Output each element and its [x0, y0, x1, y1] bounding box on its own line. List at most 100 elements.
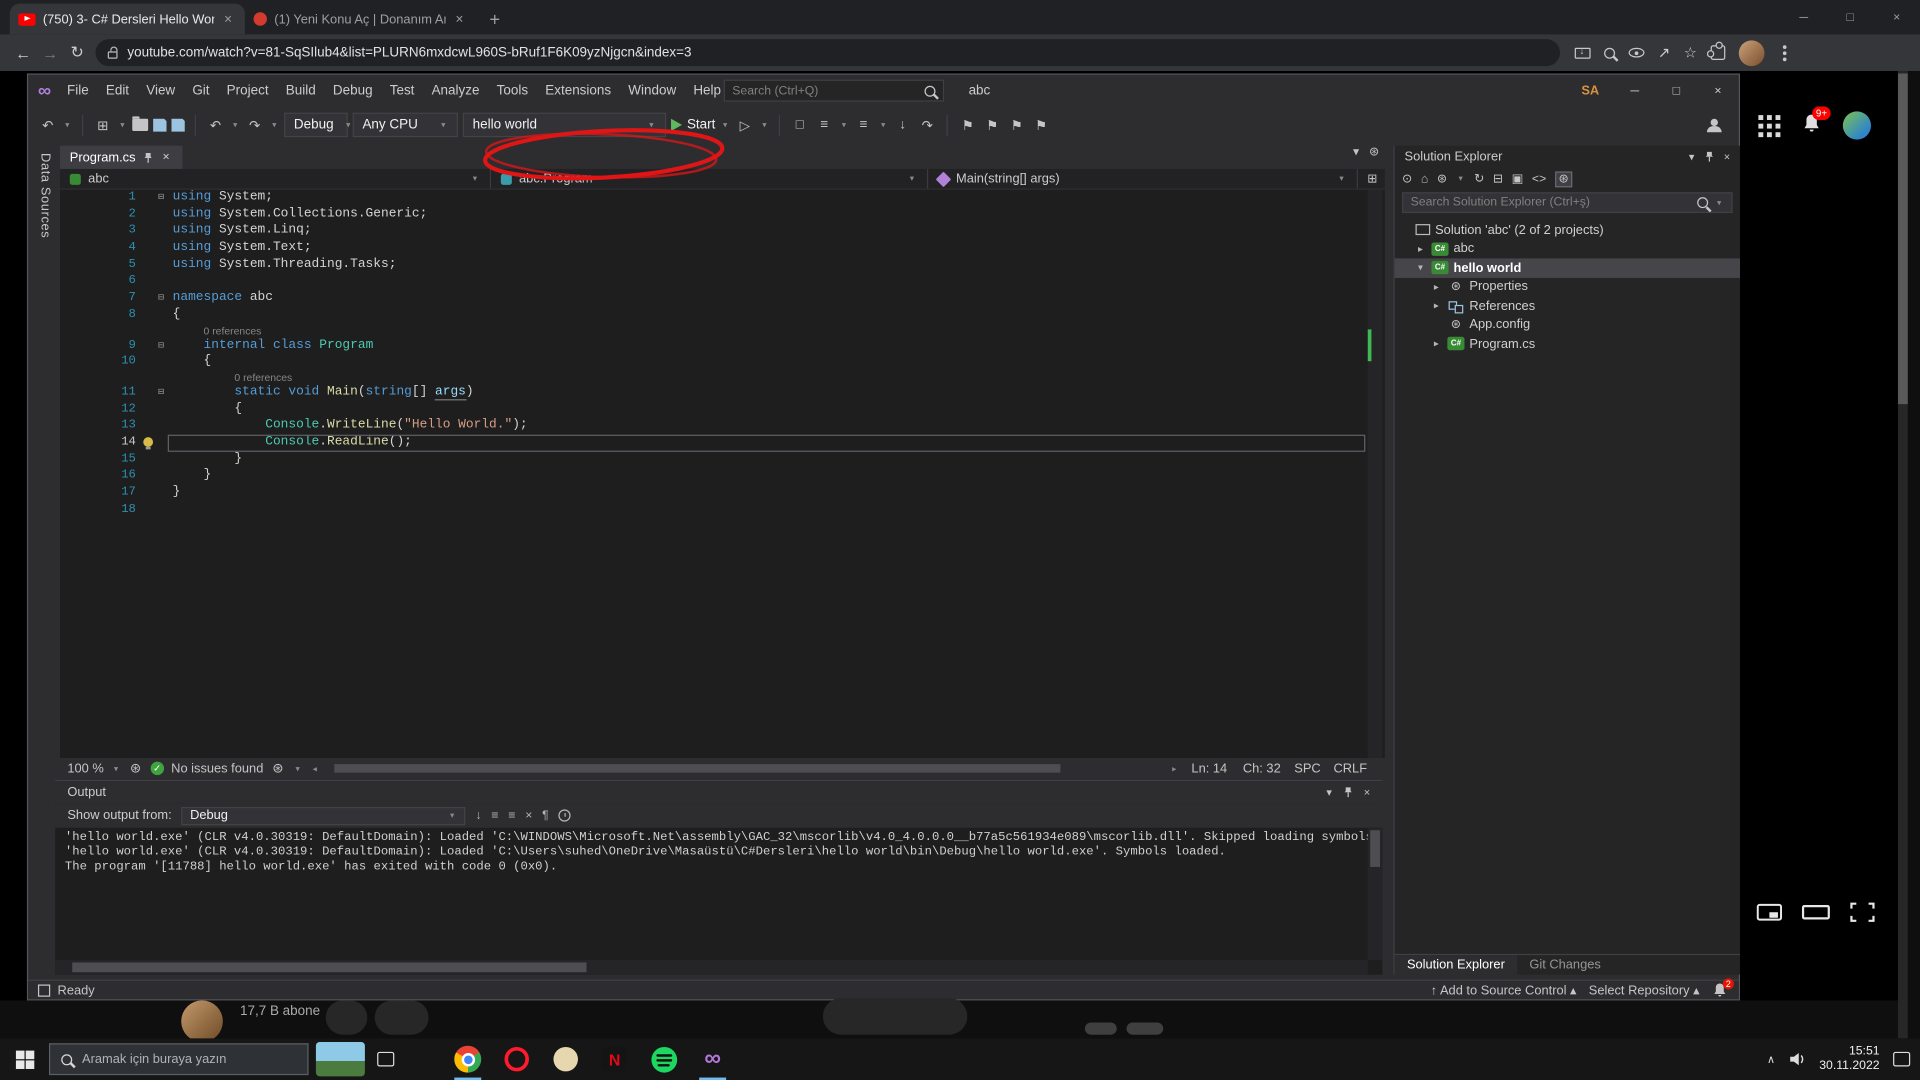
channel-button[interactable]	[375, 1000, 429, 1034]
list-icon[interactable]: ≡	[854, 118, 874, 133]
vs-menu-test[interactable]: Test	[381, 75, 423, 107]
nav-member-dropdown[interactable]: Main(string[] args)▾	[928, 169, 1358, 189]
zoom-icon[interactable]	[1604, 47, 1615, 58]
taskbar-clock[interactable]: 15:51 30.11.2022	[1819, 1044, 1879, 1073]
show-all-files-icon[interactable]: ⊛	[1555, 171, 1573, 187]
window-minimize-button[interactable]: ─	[1780, 0, 1827, 34]
code-line[interactable]: 10 {	[60, 354, 1385, 371]
code-editor[interactable]: 1⊟using System;2using System.Collections…	[60, 190, 1385, 758]
editor-scrollbar[interactable]	[1368, 190, 1383, 758]
bookmark-icon[interactable]: ⚑	[982, 117, 1002, 133]
share-icon[interactable]: ↗	[1658, 44, 1670, 61]
save-icon[interactable]	[153, 118, 166, 131]
find-message-icon[interactable]: ↓	[475, 809, 481, 822]
bookmark-star-icon[interactable]: ☆	[1684, 44, 1697, 61]
code-cleanup-icon[interactable]: ⊛	[271, 760, 286, 776]
action-center-icon[interactable]	[1893, 1052, 1910, 1067]
miniplayer-icon[interactable]	[1756, 902, 1783, 922]
bookmark-icon[interactable]: ⚑	[1031, 117, 1051, 133]
taskbar-chrome-icon[interactable]	[443, 1038, 492, 1080]
close-icon[interactable]: ×	[1724, 150, 1730, 163]
step-over-icon[interactable]: ↷	[917, 117, 937, 133]
code-line[interactable]: 11⊟ static void Main(string[] args)	[60, 384, 1385, 401]
collapse-all-icon[interactable]: ⊟	[1493, 172, 1503, 185]
new-item-icon[interactable]: ⊞	[93, 117, 113, 133]
browser-menu-icon[interactable]	[1783, 51, 1787, 55]
back-icon[interactable]: ⊙	[1402, 172, 1412, 185]
line-ending-indicator[interactable]: CRLF	[1333, 761, 1377, 776]
window-close-button[interactable]: ×	[1873, 0, 1920, 34]
save-all-icon[interactable]	[171, 118, 184, 131]
like-dislike-pill[interactable]	[823, 998, 967, 1035]
new-tab-button[interactable]: +	[480, 5, 509, 34]
undo-icon[interactable]: ↶	[206, 117, 226, 133]
properties-icon[interactable]: ▣	[1512, 172, 1524, 185]
split-window-icon[interactable]: ⊞	[1367, 172, 1377, 185]
forward-button[interactable]: →	[37, 43, 64, 61]
navigate-back-icon[interactable]: ↶	[38, 117, 58, 133]
nav-type-dropdown[interactable]: abc.Program▾	[491, 169, 928, 189]
tab-list-icon[interactable]: ▾	[1353, 146, 1359, 159]
page-scrollbar[interactable]	[1898, 71, 1908, 1038]
action-button[interactable]	[1127, 1022, 1164, 1034]
switch-views-icon[interactable]: ⊛	[1437, 172, 1447, 185]
goto-previous-icon[interactable]: ≡	[491, 809, 498, 822]
code-line[interactable]: 5using System.Threading.Tasks;	[60, 257, 1385, 274]
code-line[interactable]: 1⊟using System;	[60, 190, 1385, 207]
vs-menu-file[interactable]: File	[58, 75, 97, 107]
output-source-dropdown[interactable]: Debug▾	[181, 806, 465, 824]
nav-project-dropdown[interactable]: abc▾	[60, 169, 491, 189]
code-line[interactable]: 12 {	[60, 401, 1385, 418]
code-line[interactable]: 16 }	[60, 468, 1385, 485]
tree-item-app-config[interactable]: App.config	[1395, 315, 1740, 334]
feedback-icon[interactable]	[1707, 118, 1722, 131]
start-debug-icon[interactable]	[671, 119, 682, 131]
issues-label[interactable]: No issues found	[171, 761, 263, 776]
taskbar-visual-studio-icon[interactable]	[688, 1038, 737, 1080]
tree-item-solution-abc-2-of-2-projects-[interactable]: Solution 'abc' (2 of 2 projects)	[1395, 220, 1740, 239]
pin-icon[interactable]	[143, 151, 153, 163]
volume-icon[interactable]	[1789, 1052, 1806, 1067]
url-text[interactable]: youtube.com/watch?v=81-SqSIlub4&list=PLU…	[127, 45, 691, 60]
tree-item-program-cs[interactable]: ▸C#Program.cs	[1395, 334, 1740, 353]
vs-menu-view[interactable]: View	[138, 75, 184, 107]
taskbar-search-input[interactable]: Aramak için buraya yazın	[49, 1043, 309, 1075]
tab-close-icon[interactable]: ×	[160, 151, 172, 164]
goto-next-icon[interactable]: ≡	[508, 809, 515, 822]
news-widget-thumbnail[interactable]	[316, 1042, 365, 1076]
install-icon[interactable]	[1575, 47, 1591, 58]
taskbar-opera-icon[interactable]	[492, 1038, 541, 1080]
bookmark-icon[interactable]: ⚑	[1007, 117, 1027, 133]
code-line[interactable]: 18	[60, 502, 1385, 519]
task-view-button[interactable]	[365, 1052, 407, 1067]
window-position-icon[interactable]: ▾	[1689, 150, 1695, 163]
vs-menu-analyze[interactable]: Analyze	[423, 75, 488, 107]
taskbar-netflix-icon[interactable]	[590, 1038, 639, 1080]
back-button[interactable]: ←	[10, 43, 37, 61]
task-list-icon[interactable]	[38, 984, 50, 996]
code-line[interactable]: 7⊟namespace abc	[60, 290, 1385, 307]
data-sources-tab[interactable]: Data Sources	[38, 153, 53, 238]
pin-icon[interactable]	[1704, 150, 1714, 162]
vs-menu-tools[interactable]: Tools	[488, 75, 537, 107]
apps-grid-icon[interactable]	[1758, 114, 1780, 136]
notifications-bell-icon[interactable]: 9+	[1801, 112, 1822, 139]
reload-button[interactable]: ↻	[64, 43, 91, 63]
code-line[interactable]: 14 Console.ReadLine();	[60, 435, 1385, 452]
eye-icon[interactable]	[1629, 48, 1645, 58]
vs-menu-extensions[interactable]: Extensions	[537, 75, 620, 107]
theater-mode-icon[interactable]	[1801, 902, 1830, 922]
code-line[interactable]: 4using System.Text;	[60, 240, 1385, 257]
open-folder-icon[interactable]	[132, 119, 148, 131]
code-line[interactable]: 3using System.Linq;	[60, 223, 1385, 240]
clear-all-icon[interactable]: ×	[525, 809, 532, 822]
list-icon[interactable]: ≡	[815, 118, 835, 133]
stop-icon[interactable]: □	[790, 118, 810, 133]
platform-dropdown[interactable]: Any CPU▾	[353, 113, 458, 137]
vs-maximize-button[interactable]: □	[1656, 75, 1698, 107]
code-line[interactable]: 8{	[60, 307, 1385, 324]
vs-account-initials[interactable]: SA	[1581, 83, 1599, 98]
code-line[interactable]: 6	[60, 274, 1385, 291]
scroll-right-icon[interactable]: ▸	[1169, 763, 1179, 773]
zoom-level-dropdown[interactable]: 100 %	[67, 761, 103, 776]
